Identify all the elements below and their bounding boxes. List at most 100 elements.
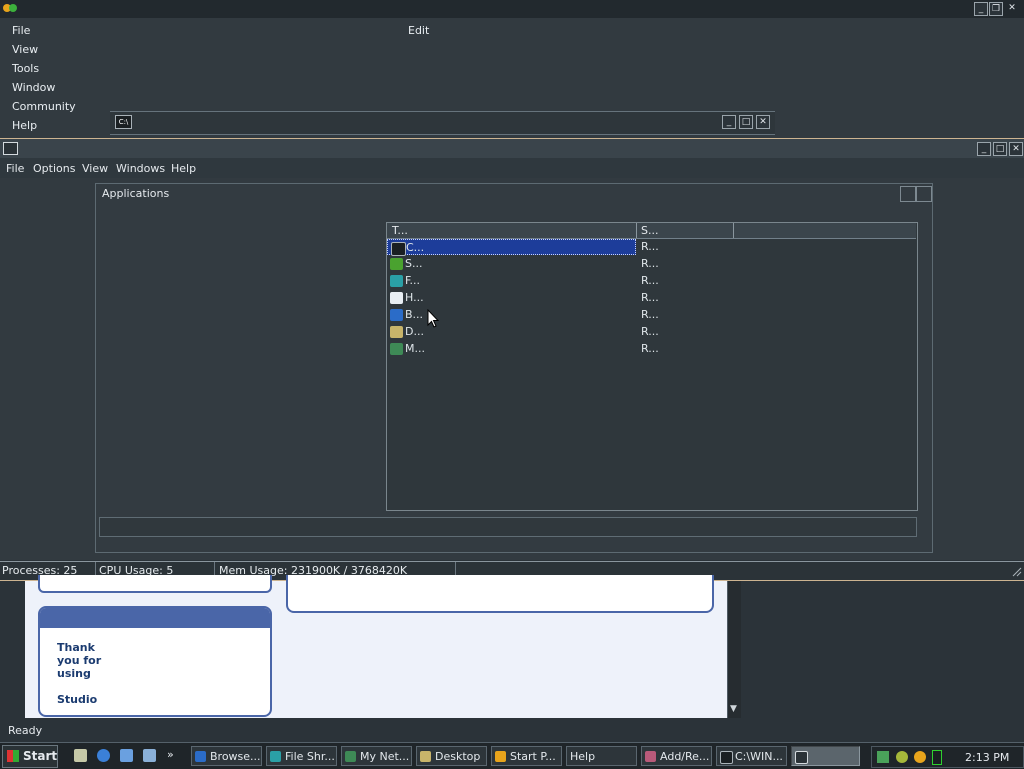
scroll-down-arrow-icon[interactable]: ▼ (730, 704, 737, 714)
internet-explorer-icon[interactable] (97, 749, 110, 762)
right-dark-panel (741, 581, 1024, 718)
taskbar: Start » Browse... File Shr... My Net... … (0, 742, 1024, 769)
cmd-icon: C:\ (115, 115, 132, 129)
menu-help[interactable]: Help (12, 119, 37, 132)
column-header-status[interactable]: S... (641, 224, 658, 237)
taskbar-button-label: C:\WIN... (735, 750, 783, 763)
task-manager-titlebar: _ □ ✕ (0, 138, 1024, 159)
outlook-express-icon[interactable] (120, 749, 133, 762)
studio-app-icon (3, 3, 17, 13)
clock[interactable]: 2:13 PM (965, 751, 1009, 764)
restore-button[interactable]: ❐ (989, 2, 1003, 16)
task-row[interactable]: M... (387, 341, 636, 357)
task-row-status: R... (641, 240, 659, 253)
task-row-status: R... (641, 291, 659, 304)
cmd-icon (391, 242, 406, 256)
task-name: S... (405, 257, 423, 270)
menu-edit[interactable]: Edit (408, 24, 429, 37)
studio-tray-icon[interactable] (914, 751, 926, 763)
web-page-area: Thank you for using Studio (25, 575, 727, 718)
tm-menu-file[interactable]: File (6, 162, 24, 175)
task-row[interactable]: D... (387, 324, 636, 340)
resize-grip-icon[interactable] (1012, 567, 1022, 577)
start-button[interactable]: Start (2, 745, 58, 768)
taskbar-button-start-page[interactable]: Start P... (491, 746, 562, 766)
taskbar-button-my-network[interactable]: My Net... (341, 746, 412, 766)
taskbar-button-task-manager[interactable] (791, 746, 860, 766)
menu-window[interactable]: Window (12, 81, 55, 94)
taskbar-button-label: Add/Re... (660, 750, 710, 763)
browser-status-text: Ready (8, 724, 43, 737)
system-tray: 2:13 PM (871, 746, 1024, 768)
cmd-minimize-button[interactable]: _ (722, 115, 736, 129)
task-manager-icon (795, 751, 808, 764)
thank-you-card-header (40, 608, 270, 628)
web-scrollbar[interactable]: ▼ (727, 581, 742, 718)
tm-menu-view[interactable]: View (82, 162, 108, 175)
desktop-folder-icon (420, 751, 431, 762)
taskbar-button-add-remove[interactable]: Add/Re... (641, 746, 712, 766)
menu-file[interactable]: File (12, 24, 30, 37)
task-name: C... (406, 241, 425, 254)
panel-corner-button-2[interactable] (916, 186, 932, 202)
task-row-status: R... (641, 325, 659, 338)
taskbar-button-label: Help (570, 750, 596, 763)
task-manager-icon (3, 142, 18, 155)
thank-you-card: Thank you for using Studio (38, 606, 272, 717)
minimize-button[interactable]: _ (974, 2, 988, 16)
task-row[interactable]: H... (387, 290, 636, 306)
web-card-top-left (38, 575, 272, 593)
file-share-icon (270, 751, 281, 762)
my-network-icon (390, 343, 403, 355)
task-row-status: R... (641, 257, 659, 270)
menu-community[interactable]: Community (12, 100, 76, 113)
main-window-titlebar: _ ❐ ✕ (0, 0, 1024, 18)
web-card-top-center (286, 575, 714, 613)
browser-statusbar: Ready (0, 718, 1024, 742)
taskbar-button-label: Start P... (510, 750, 556, 763)
thank-you-line: using (57, 667, 91, 680)
tab-applications[interactable]: Applications (102, 187, 169, 200)
task-row-selected[interactable]: C... (387, 239, 636, 256)
search-icon[interactable] (143, 749, 156, 762)
network-tray-icon[interactable] (877, 751, 889, 763)
task-row[interactable]: F... (387, 273, 636, 289)
menu-tools[interactable]: Tools (12, 62, 39, 75)
taskbar-button-label: My Net... (360, 750, 410, 763)
task-name: B... (405, 308, 424, 321)
taskbar-button-file-share[interactable]: File Shr... (266, 746, 337, 766)
taskbar-button-label: File Shr... (285, 750, 335, 763)
cpu-meter-tray-icon[interactable] (932, 750, 942, 765)
file-share-icon (390, 275, 403, 287)
studio-label: Studio (57, 693, 98, 706)
chevron-more-icon[interactable]: » (167, 748, 174, 761)
browser-icon (195, 751, 206, 762)
show-desktop-icon[interactable] (74, 749, 87, 762)
tm-close-button[interactable]: ✕ (1009, 142, 1023, 156)
tm-menu-windows[interactable]: Windows (116, 162, 165, 175)
column-header-task[interactable]: T... (392, 224, 408, 237)
taskbar-button-cmd[interactable]: C:\WIN... (716, 746, 787, 766)
thank-you-text: Thank you for using Studio (57, 641, 101, 706)
tm-minimize-button[interactable]: _ (977, 142, 991, 156)
taskbar-button-browse[interactable]: Browse... (191, 746, 262, 766)
menu-view[interactable]: View (12, 43, 38, 56)
panel-corner-button-1[interactable] (900, 186, 916, 202)
tm-menu-help[interactable]: Help (171, 162, 196, 175)
tray-app-icon[interactable] (896, 751, 908, 763)
cmd-maximize-button[interactable]: □ (739, 115, 753, 129)
cmd-icon (720, 751, 733, 764)
tm-menu-options[interactable]: Options (33, 162, 75, 175)
task-row[interactable]: S... (387, 256, 636, 272)
panel-bottom-field (99, 517, 917, 537)
taskbar-button-desktop[interactable]: Desktop (416, 746, 487, 766)
task-row[interactable]: B... (387, 307, 636, 323)
task-name: H... (405, 291, 424, 304)
taskbar-button-help[interactable]: Help (566, 746, 637, 766)
task-name: D... (405, 325, 424, 338)
browser-icon (390, 309, 403, 321)
tm-maximize-button[interactable]: □ (993, 142, 1007, 156)
cmd-close-button[interactable]: ✕ (756, 115, 770, 129)
left-dark-strip (0, 581, 25, 718)
close-button[interactable]: ✕ (1006, 2, 1018, 14)
